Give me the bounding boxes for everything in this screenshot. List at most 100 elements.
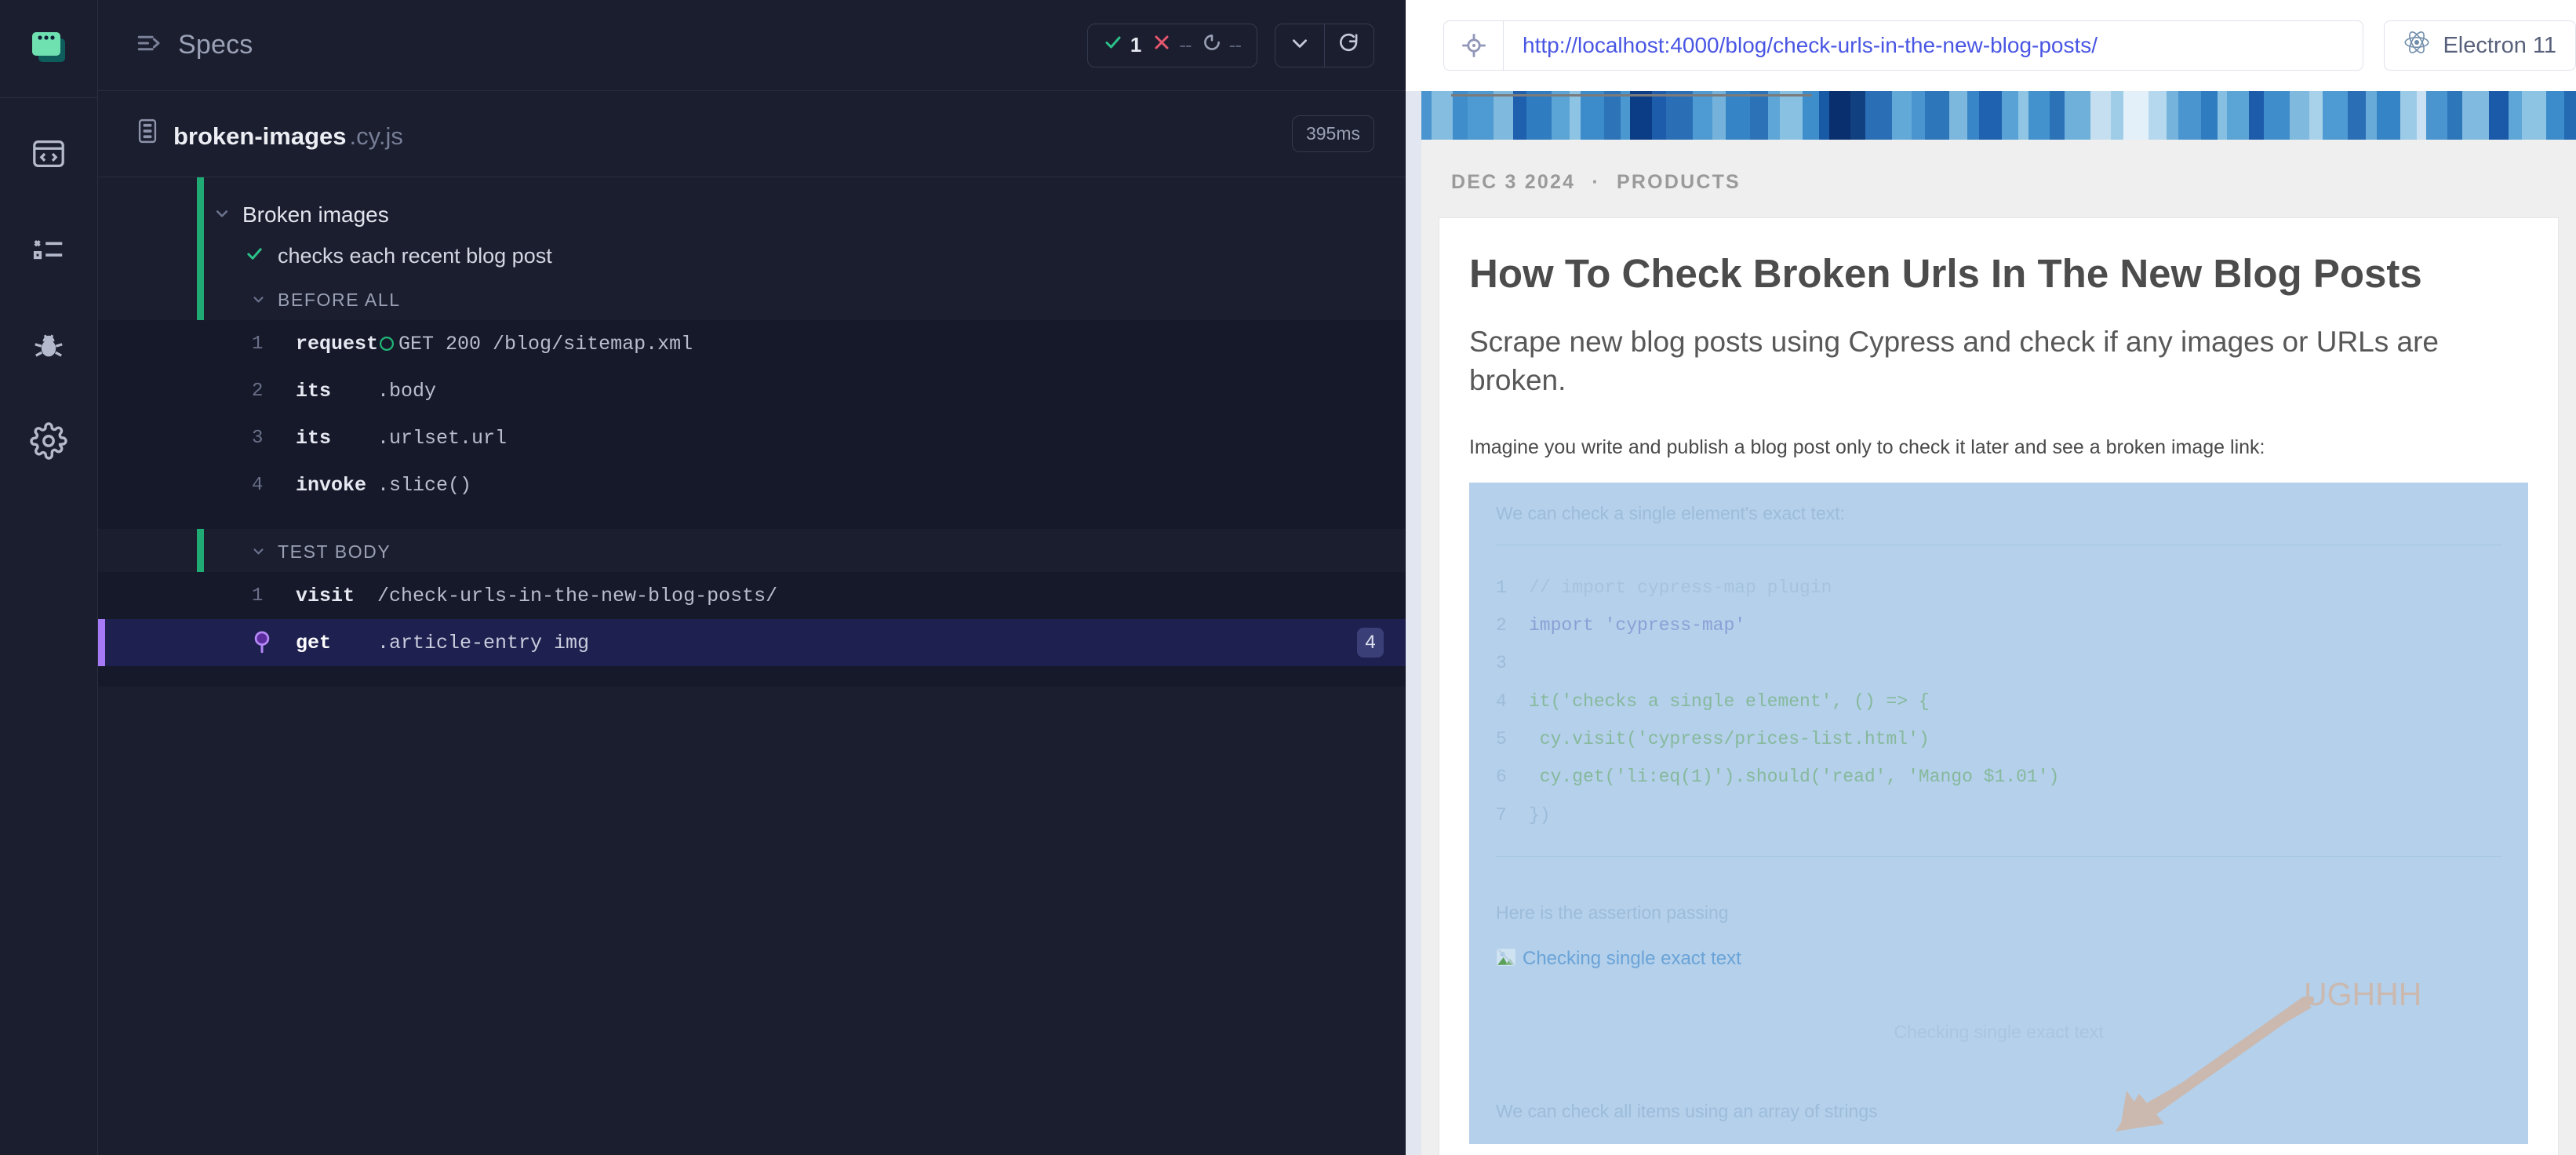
banner-stripe: [2416, 91, 2427, 140]
command-row[interactable]: 3 its .urlset.url: [98, 414, 1406, 461]
screenshot-divider-2: [1496, 855, 2501, 857]
spec-file-row[interactable]: broken-images .cy.js 395ms: [98, 91, 1406, 177]
post-subtitle: Scrape new blog posts using Cypress and …: [1469, 326, 2439, 396]
command-row-pinned[interactable]: get .article-entry img 4: [98, 619, 1406, 666]
reporter-header: Specs 1 -- --: [98, 0, 1406, 91]
code-window-icon: [31, 136, 67, 176]
screenshot-lead-text: We can check a single element's exact te…: [1496, 502, 1846, 523]
command-row[interactable]: 1 request GET 200 /blog/sitemap.xml: [98, 320, 1406, 367]
banner-stripe: [1569, 91, 1581, 140]
broken-image-placeholder[interactable]: Checking single exact text: [1496, 947, 2501, 971]
command-name: its: [296, 426, 332, 450]
banner-stripe: [2227, 91, 2249, 140]
blog-banner: [1421, 91, 2576, 140]
command-group-before-all: 1 request GET 200 /blog/sitemap.xml 2 it…: [98, 320, 1406, 529]
collapse-all-button[interactable]: [1275, 24, 1324, 67]
banner-stripe: [2002, 91, 2019, 140]
cypress-app-window: Specs 1 -- -- broken-images .cy.js 395ms…: [0, 0, 2576, 1155]
banner-stripe: [2148, 91, 2167, 140]
hook-header-before-all[interactable]: BEFORE ALL: [98, 277, 1406, 320]
check-icon: [246, 244, 264, 268]
banner-stripe: [1630, 91, 1652, 140]
url-bar[interactable]: http://localhost:4000/blog/check-urls-in…: [1443, 20, 2364, 71]
rerun-button[interactable]: [1325, 24, 1374, 67]
command-row[interactable]: 2 its .body: [98, 367, 1406, 414]
broken-image-figure: We can check a single element's exact te…: [1469, 482, 2528, 1155]
aut-iframe-container: DEC 3 2024 · PRODUCTS How To Check Broke…: [1406, 91, 2576, 1155]
browser-selector[interactable]: Electron 11: [2384, 20, 2576, 71]
page-title: Specs: [178, 30, 253, 60]
banner-stripe: [2064, 91, 2091, 140]
suite-row[interactable]: Broken images: [98, 195, 1406, 235]
banner-stripe: [2323, 91, 2348, 140]
command-row[interactable]: 4 invoke .slice(): [98, 461, 1406, 508]
post-title: How To Check Broken Urls In The New Blog…: [1469, 251, 2422, 296]
command-name: invoke: [296, 473, 367, 497]
post-date: DEC 3 2024: [1451, 171, 1576, 193]
banner-stripe: [2462, 91, 2489, 140]
test-row[interactable]: checks each recent blog post: [98, 235, 1406, 277]
banner-stripe: [1692, 91, 1713, 140]
command-result-count-badge: 4: [1357, 628, 1384, 658]
banner-stripe: [2263, 91, 2290, 140]
post-card: How To Check Broken Urls In The New Blog…: [1439, 217, 2559, 1155]
command-name: request: [296, 332, 379, 355]
code-line: 1 // import cypress-map plugin: [1496, 569, 2501, 607]
banner-stripe: [1850, 91, 1866, 140]
electron-atom-icon: [2403, 29, 2430, 62]
sidebar-item-settings[interactable]: [21, 415, 76, 470]
cypress-logo-icon[interactable]: [27, 27, 70, 74]
code-line: 7}): [1496, 796, 2501, 834]
specs-list-icon[interactable]: [136, 30, 162, 60]
banner-stripe: [1712, 91, 1726, 140]
stat-failed: --: [1152, 33, 1192, 57]
banner-stripe: [1967, 91, 1979, 140]
banner-stripe: [1467, 91, 1494, 140]
check-icon: [1104, 33, 1122, 57]
banner-stripe: [2018, 91, 2028, 140]
bug-icon: [30, 326, 67, 368]
sidebar-item-specs[interactable]: [21, 128, 76, 183]
banner-stripe: [1513, 91, 1527, 140]
code-line-number: 3: [1496, 653, 1507, 674]
command-row[interactable]: 1 visit /check-urls-in-the-new-blog-post…: [98, 572, 1406, 619]
chevron-down-icon: [252, 541, 265, 563]
banner-stripe: [2123, 91, 2148, 140]
banner-stripe: [2347, 91, 2366, 140]
chevron-down-icon: [252, 290, 265, 311]
figure-caption: A broken image in my blog: [1469, 1144, 2528, 1155]
code-line-number: 2: [1496, 615, 1507, 636]
banner-stripe: [2217, 91, 2228, 140]
code-line: 6 cy.get('li:eq(1)').should('read', 'Man…: [1496, 758, 2501, 796]
command-name: its: [296, 379, 332, 403]
banner-stripe: [1891, 91, 1912, 140]
banner-stripe: [1431, 91, 1453, 140]
sidebar-item-debug[interactable]: [21, 319, 76, 374]
left-icon-rail: [0, 0, 98, 1155]
post-category[interactable]: PRODUCTS: [1617, 171, 1741, 193]
sidebar-item-runs[interactable]: [21, 224, 76, 279]
banner-stripe: [2050, 91, 2065, 140]
stat-passed-value: 1: [1130, 33, 1142, 56]
screenshot-centered-caption: Checking single exact text: [1894, 1021, 2104, 1042]
command-number: 1: [252, 585, 264, 607]
crosshair-selector-icon[interactable]: [1444, 21, 1504, 70]
assertion-note: Here is the assertion passing: [1496, 902, 1729, 923]
code-line-number: 5: [1496, 728, 1507, 749]
code-line-text: // import cypress-map plugin: [1529, 577, 1832, 598]
banner-stripe: [2166, 91, 2178, 140]
embedded-screenshot-highlighted[interactable]: We can check a single element's exact te…: [1469, 482, 2528, 1144]
chevron-down-icon: [214, 206, 230, 224]
banner-stripe: [1865, 91, 1892, 140]
test-reporter-panel: Specs 1 -- -- broken-images .cy.js 395ms…: [98, 0, 1406, 1155]
spec-file-icon: [136, 118, 159, 148]
hook-header-test-body[interactable]: TEST BODY: [98, 529, 1406, 572]
annotation-text: UGHHH: [2304, 975, 2422, 1012]
command-name: visit: [296, 584, 355, 607]
banner-stripe: [1780, 91, 1803, 140]
banner-stripe: [1551, 91, 1570, 140]
url-input[interactable]: http://localhost:4000/blog/check-urls-in…: [1504, 21, 2098, 70]
code-line: 3: [1496, 644, 2501, 682]
test-tree: Broken images checks each recent blog po…: [98, 177, 1406, 687]
broken-image-icon: [1496, 947, 1516, 971]
